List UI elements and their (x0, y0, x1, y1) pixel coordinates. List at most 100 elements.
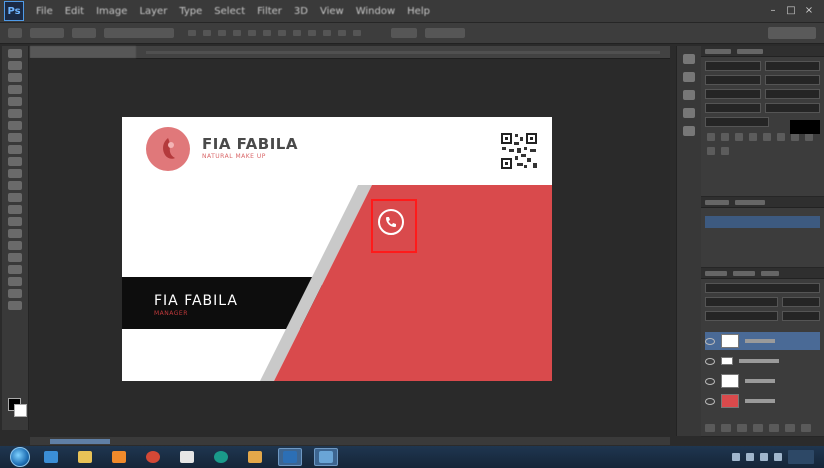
blur-tool-icon[interactable] (8, 193, 22, 202)
taskbar-chrome-button[interactable] (142, 449, 164, 465)
shape-tool-icon[interactable] (8, 253, 22, 262)
path-select-tool-icon[interactable] (8, 241, 22, 250)
link-layers-icon[interactable] (705, 424, 715, 432)
text-color-swatch[interactable] (790, 120, 820, 134)
crop-tool-icon[interactable] (8, 97, 22, 106)
layer-mask-icon[interactable] (737, 424, 747, 432)
zoom-level-indicator[interactable] (50, 438, 110, 444)
adjustments-tab[interactable] (735, 199, 765, 205)
align-icon[interactable] (338, 30, 346, 36)
menu-3d[interactable]: 3D (288, 6, 314, 17)
paragraph-panel-icon[interactable] (683, 126, 695, 136)
eye-icon[interactable] (705, 397, 715, 405)
eye-icon[interactable] (705, 337, 715, 345)
ordinal-button[interactable] (721, 147, 729, 155)
edit-toolbar-icon[interactable] (8, 289, 22, 298)
tracking-field[interactable] (764, 89, 820, 99)
menu-window[interactable]: Window (350, 6, 401, 17)
align-icon[interactable] (218, 30, 226, 36)
quick-select-tool-icon[interactable] (8, 85, 22, 94)
layer-row[interactable] (705, 372, 820, 390)
new-layer-icon[interactable] (785, 424, 795, 432)
properties-panel-icon[interactable] (683, 72, 695, 82)
subscript-button[interactable] (777, 133, 785, 141)
eye-icon[interactable] (705, 357, 715, 365)
align-icon[interactable] (323, 30, 331, 36)
align-icon[interactable] (233, 30, 241, 36)
taskbar-gmail-button[interactable] (176, 449, 198, 465)
business-card-canvas[interactable]: FIA FABILA NATURAL MAKE UP FIA FABILA MA… (122, 117, 552, 381)
taskbar-media-button[interactable] (108, 449, 130, 465)
eye-icon[interactable] (705, 377, 715, 385)
libraries-tab[interactable] (705, 199, 729, 205)
dodge-tool-icon[interactable] (8, 205, 22, 214)
align-icon[interactable] (203, 30, 211, 36)
windows-start-icon[interactable] (10, 447, 30, 467)
menu-file[interactable]: File (30, 6, 59, 17)
layer-style-icon[interactable] (721, 424, 731, 432)
stamp-tool-icon[interactable] (8, 145, 22, 154)
taskbar-folder-button[interactable] (244, 449, 266, 465)
baseline-field[interactable] (705, 117, 770, 127)
network-icon[interactable] (746, 453, 754, 461)
close-button[interactable]: × (804, 6, 814, 16)
small-caps-button[interactable] (749, 133, 757, 141)
new-group-icon[interactable] (769, 424, 779, 432)
fill-field[interactable] (782, 311, 820, 321)
align-icon[interactable] (308, 30, 316, 36)
option-dropdown-2[interactable] (72, 28, 96, 38)
minimize-button[interactable]: – (768, 6, 778, 16)
menu-view[interactable]: View (314, 6, 350, 17)
menu-select[interactable]: Select (208, 6, 251, 17)
character-tab[interactable] (705, 48, 731, 54)
document-tab[interactable] (30, 46, 136, 58)
vertical-scale-field[interactable] (705, 103, 761, 113)
menu-edit[interactable]: Edit (59, 6, 90, 17)
adjustments-panel-icon[interactable] (683, 90, 695, 100)
volume-icon[interactable] (760, 453, 768, 461)
canvas-area[interactable]: FIA FABILA NATURAL MAKE UP FIA FABILA MA… (30, 59, 670, 437)
taskbar-ie-button[interactable] (40, 449, 62, 465)
brush-tool-icon[interactable] (8, 133, 22, 142)
taskbar-explorer-button[interactable] (74, 449, 96, 465)
kerning-field[interactable] (705, 89, 761, 99)
paths-tab[interactable] (761, 270, 779, 276)
type-tool-icon[interactable] (8, 229, 22, 238)
faux-italic-button[interactable] (721, 133, 729, 141)
layer-row[interactable] (705, 392, 820, 410)
menu-type[interactable]: Type (173, 6, 208, 17)
gradient-tool-icon[interactable] (8, 181, 22, 190)
lock-options[interactable] (705, 311, 779, 321)
font-size-field[interactable] (705, 75, 761, 85)
lasso-tool-icon[interactable] (8, 73, 22, 82)
tray-arrow-icon[interactable] (732, 453, 740, 461)
option-checkbox-group[interactable] (104, 28, 174, 38)
faux-bold-button[interactable] (707, 133, 715, 141)
menu-help[interactable]: Help (401, 6, 436, 17)
menu-image[interactable]: Image (90, 6, 133, 17)
taskbar-window-button[interactable] (314, 448, 338, 466)
healing-tool-icon[interactable] (8, 121, 22, 130)
history-panel-icon[interactable] (683, 54, 695, 64)
menu-filter[interactable]: Filter (251, 6, 288, 17)
3d-mode-options-2[interactable] (425, 28, 465, 38)
horizontal-scale-field[interactable] (764, 103, 820, 113)
eyedropper-tool-icon[interactable] (8, 109, 22, 118)
align-icon[interactable] (278, 30, 286, 36)
marquee-tool-icon[interactable] (8, 61, 22, 70)
layer-row[interactable] (705, 332, 820, 350)
taskbar-photoshop-button[interactable] (278, 448, 302, 466)
zoom-tool-icon[interactable] (8, 277, 22, 286)
font-style-field[interactable] (764, 61, 820, 71)
underline-button[interactable] (791, 133, 799, 141)
hand-tool-icon[interactable] (8, 265, 22, 274)
library-selected-item[interactable] (705, 216, 820, 228)
trash-icon[interactable] (801, 424, 811, 432)
pen-tool-icon[interactable] (8, 217, 22, 226)
strikethrough-button[interactable] (805, 133, 813, 141)
eraser-tool-icon[interactable] (8, 169, 22, 178)
opacity-field[interactable] (782, 297, 820, 307)
3d-mode-options[interactable] (391, 28, 417, 38)
maximize-button[interactable]: □ (786, 6, 796, 16)
all-caps-button[interactable] (735, 133, 743, 141)
